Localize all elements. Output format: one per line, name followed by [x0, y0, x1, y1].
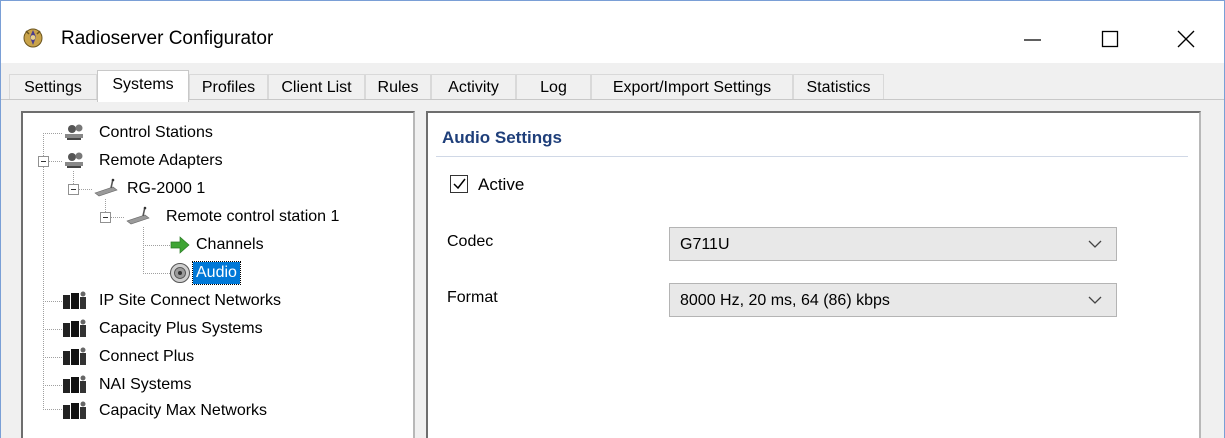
title-bar[interactable]: Radioserver Configurator [1, 1, 1224, 63]
systems-tree[interactable]: Control Stations Remote Adapters RG-2000… [21, 111, 415, 438]
format-label: Format [447, 289, 498, 306]
format-value: 8000 Hz, 20 ms, 64 (86) kbps [680, 292, 890, 309]
section-divider [436, 156, 1188, 157]
network-server-icon [63, 375, 86, 393]
tab-activity[interactable]: Activity [431, 74, 516, 100]
chevron-down-icon [1088, 240, 1102, 248]
tree-item-nai-systems[interactable]: NAI Systems [99, 374, 191, 396]
minimize-icon [1024, 39, 1041, 41]
section-title: Audio Settings [442, 128, 562, 147]
active-checkbox[interactable] [450, 175, 468, 193]
tab-bar: Settings Systems Profiles Client List Ru… [1, 63, 1224, 102]
network-server-icon [63, 347, 86, 365]
tree-item-connect-plus[interactable]: Connect Plus [99, 346, 194, 368]
tab-export-import-settings[interactable]: Export/Import Settings [591, 74, 793, 100]
format-select[interactable]: 8000 Hz, 20 ms, 64 (86) kbps [669, 283, 1117, 317]
tree-item-rg2000[interactable]: RG-2000 1 [127, 178, 205, 200]
tree-item-remote-control-station[interactable]: Remote control station 1 [166, 206, 339, 228]
radio-network-icon [65, 124, 83, 140]
tab-statistics[interactable]: Statistics [793, 74, 884, 100]
collapse-remote-adapters-icon [38, 156, 49, 167]
network-server-icon [63, 401, 86, 419]
tree-item-remote-adapters[interactable]: Remote Adapters [99, 150, 223, 172]
maximize-button[interactable] [1086, 15, 1132, 59]
codec-select[interactable]: G711U [669, 227, 1117, 261]
tree-item-channels[interactable]: Channels [196, 234, 264, 256]
close-icon [1177, 30, 1195, 48]
chevron-down-icon [1088, 296, 1102, 304]
collapse-remote-control-station-icon [100, 212, 111, 223]
gateway-device-icon [126, 206, 150, 225]
tree-item-audio[interactable]: Audio [192, 261, 241, 285]
tree-item-control-stations[interactable]: Control Stations [99, 122, 213, 144]
app-logo-icon [23, 28, 43, 48]
checkmark-icon [453, 178, 466, 190]
tree-item-capacity-plus[interactable]: Capacity Plus Systems [99, 318, 263, 340]
tab-systems[interactable]: Systems [97, 70, 189, 102]
close-button[interactable] [1161, 15, 1207, 59]
codec-label: Codec [447, 233, 494, 250]
minimize-button[interactable] [1011, 15, 1057, 59]
codec-value: G711U [680, 236, 730, 253]
tab-rules[interactable]: Rules [365, 74, 431, 100]
collapse-rg2000-icon [68, 184, 79, 195]
active-label[interactable]: Active [478, 175, 524, 195]
tab-settings[interactable]: Settings [9, 74, 97, 100]
window-title: Radioserver Configurator [61, 28, 274, 49]
app-window: Radioserver Configurator Settings System… [0, 0, 1225, 438]
gateway-device-icon [94, 178, 118, 197]
network-server-icon [63, 291, 86, 309]
tab-profiles[interactable]: Profiles [189, 74, 268, 100]
audio-settings-panel: Audio Settings Active Codec G711U Format… [426, 111, 1201, 438]
speaker-icon [170, 263, 190, 283]
tab-client-list[interactable]: Client List [268, 74, 365, 100]
tree-item-ip-site-connect[interactable]: IP Site Connect Networks [99, 290, 281, 312]
network-server-icon [63, 319, 86, 337]
maximize-icon [1101, 30, 1119, 48]
radio-network-icon [65, 152, 83, 168]
tab-log[interactable]: Log [516, 74, 591, 100]
tree-item-capacity-max[interactable]: Capacity Max Networks [99, 400, 267, 422]
green-arrow-icon [170, 236, 190, 254]
